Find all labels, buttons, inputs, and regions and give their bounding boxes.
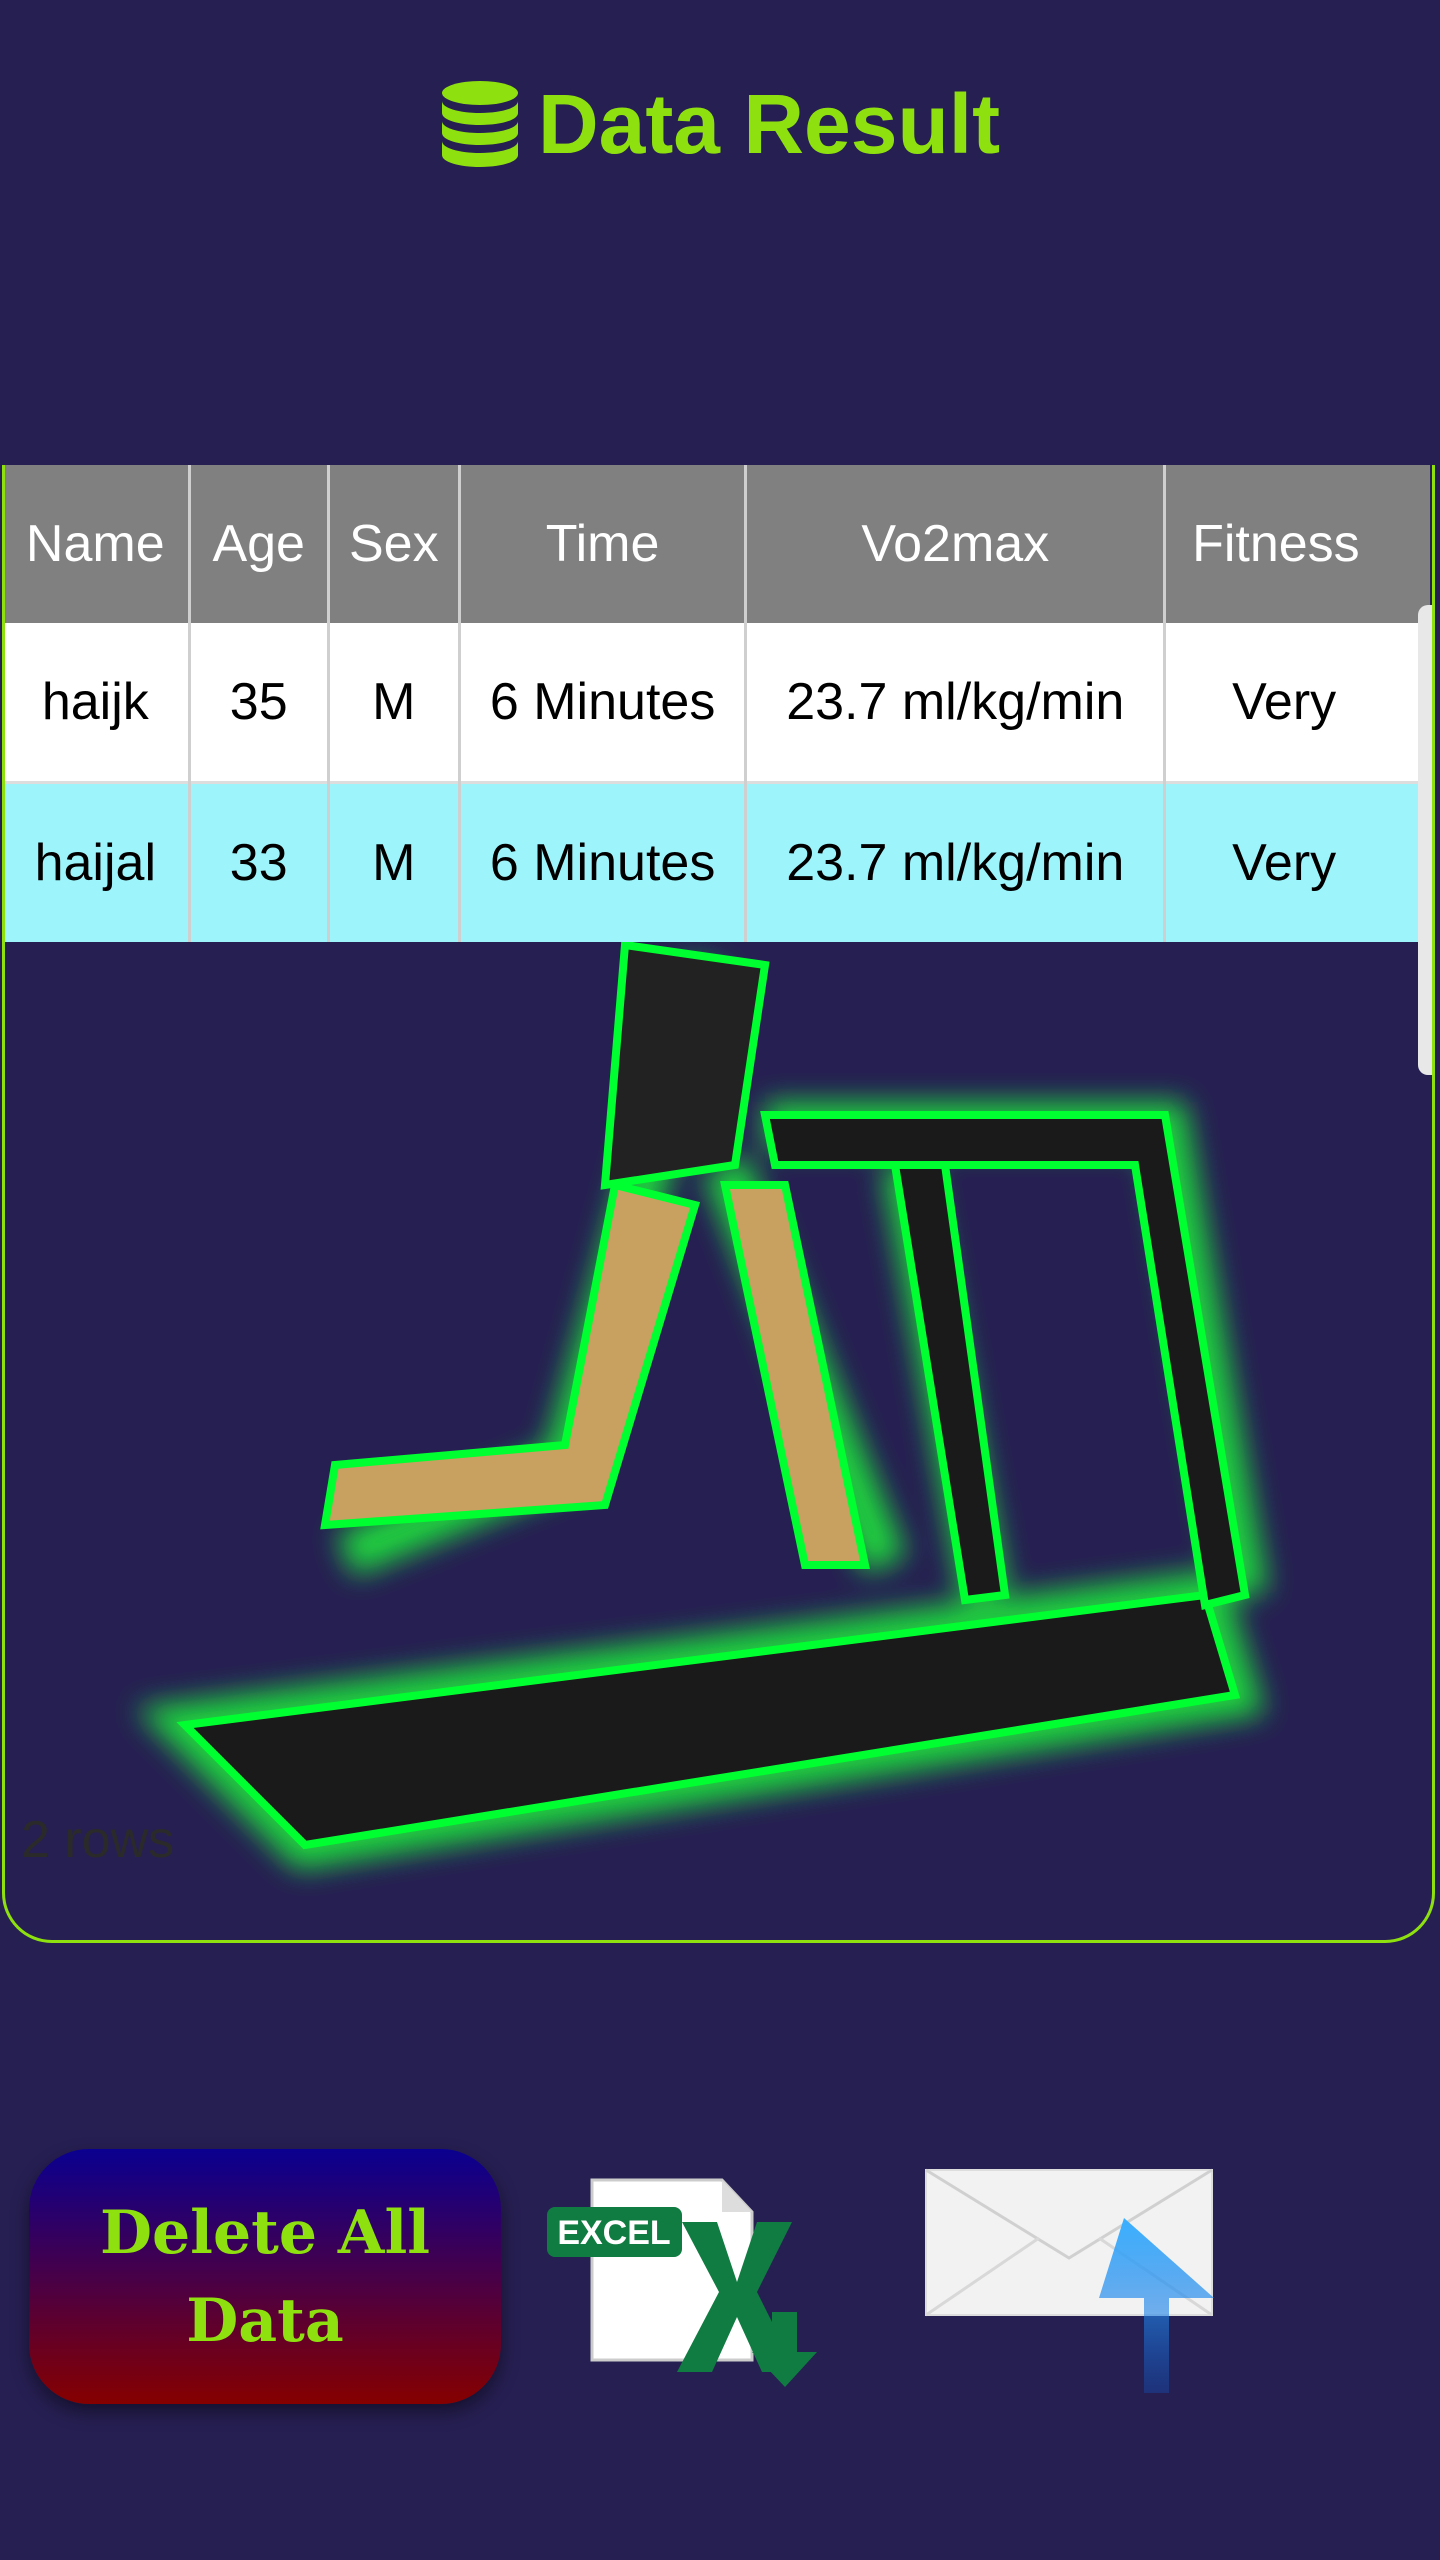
cell-vo2max: 23.7 ml/kg/min xyxy=(744,781,1165,942)
email-upload-icon[interactable] xyxy=(924,2168,1214,2393)
cell-vo2max: 23.7 ml/kg/min xyxy=(744,623,1165,783)
cell-sex: M xyxy=(326,781,460,942)
results-table: Name Age Sex Time Vo2max Fitness haijk 3… xyxy=(5,465,1430,942)
cell-name: haijk xyxy=(5,623,190,783)
column-header-sex[interactable]: Sex xyxy=(326,465,460,623)
delete-label-line2: Data xyxy=(186,2285,344,2356)
delete-label-line1: Delete All xyxy=(99,2197,431,2268)
cell-time: 6 Minutes xyxy=(457,781,746,942)
column-header-name[interactable]: Name xyxy=(5,465,190,623)
data-table-card: Name Age Sex Time Vo2max Fitness haijk 3… xyxy=(2,465,1435,1943)
column-header-time[interactable]: Time xyxy=(457,465,746,623)
horizontal-scrollbar[interactable] xyxy=(1418,605,1432,1075)
cell-sex: M xyxy=(326,623,460,783)
excel-export-icon[interactable]: EXCEL xyxy=(547,2172,822,2388)
row-count: 2 rows xyxy=(21,1811,175,1869)
cell-time: 6 Minutes xyxy=(457,623,746,783)
title-text: Data Result xyxy=(537,77,1001,171)
excel-label: EXCEL xyxy=(557,2214,670,2252)
column-header-fitness[interactable]: Fitness xyxy=(1163,465,1430,623)
table-header-row: Name Age Sex Time Vo2max Fitness xyxy=(5,465,1430,623)
cell-age: 33 xyxy=(187,781,329,942)
cell-fitness: Very xyxy=(1163,781,1430,942)
cell-name: haijal xyxy=(5,781,190,942)
cell-fitness: Very xyxy=(1163,623,1430,783)
database-icon xyxy=(441,80,518,167)
column-header-age[interactable]: Age xyxy=(187,465,329,623)
table-row[interactable]: haijal 33 M 6 Minutes 23.7 ml/kg/min Ver… xyxy=(5,781,1430,942)
column-header-vo2max[interactable]: Vo2max xyxy=(744,465,1165,623)
page-title: Data Result xyxy=(0,76,1440,173)
cell-age: 35 xyxy=(187,623,329,783)
table-row[interactable]: haijk 35 M 6 Minutes 23.7 ml/kg/min Very xyxy=(5,623,1430,783)
delete-all-data-button[interactable]: Delete All Data xyxy=(29,2149,501,2404)
